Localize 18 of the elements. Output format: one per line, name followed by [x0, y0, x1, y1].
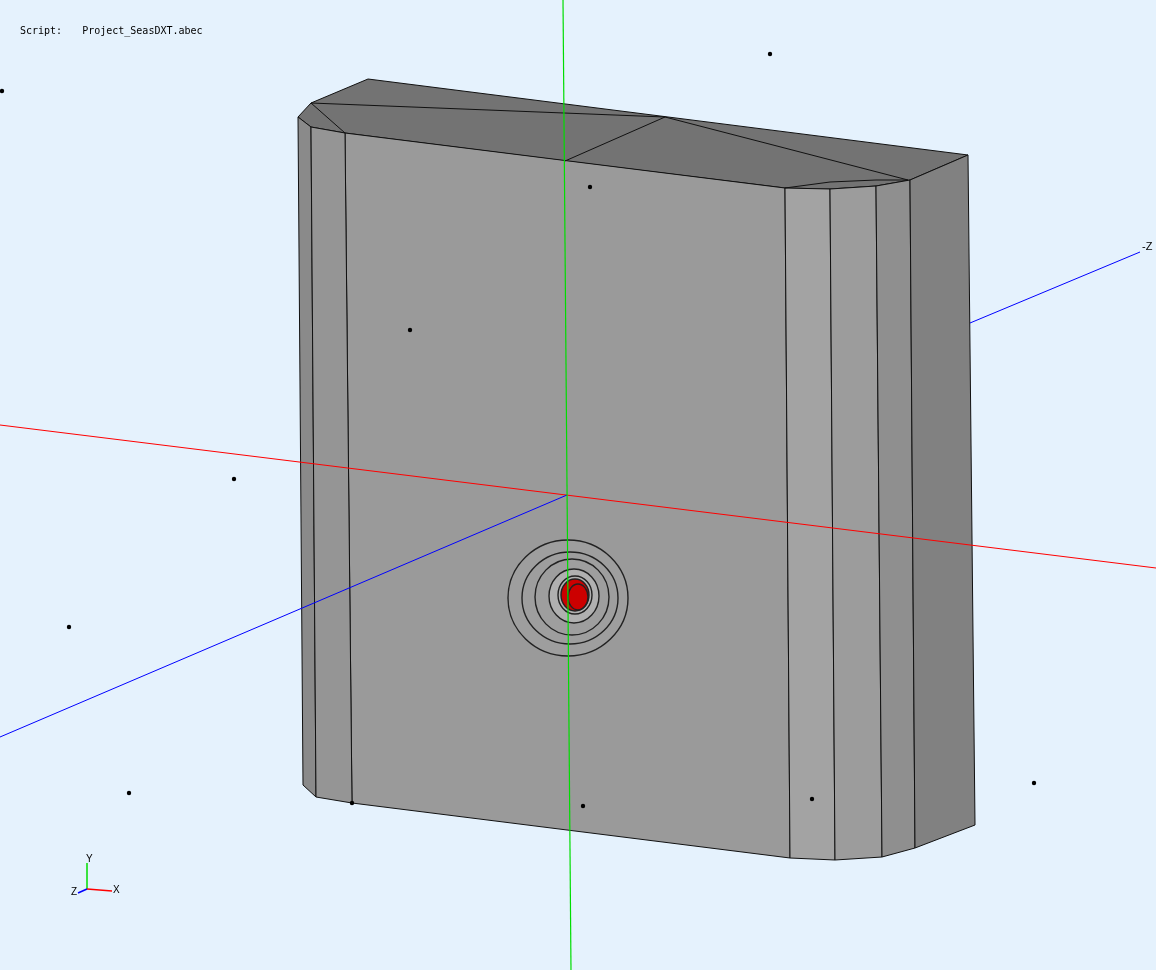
- script-filename: Project_SeasDXT.abec: [82, 26, 203, 36]
- point-marker: [407, 327, 413, 333]
- point-marker: [0, 88, 5, 94]
- point-marker: [587, 184, 593, 190]
- point-marker: [809, 796, 815, 802]
- triad-label: X: [113, 884, 120, 895]
- axis-triad-icon: [77, 862, 113, 894]
- point-marker: [231, 476, 237, 482]
- triad-label: Z: [71, 886, 78, 897]
- point-marker: [580, 803, 586, 809]
- point-marker: [126, 790, 132, 796]
- point-marker: [349, 800, 355, 806]
- script-label: Script:: [20, 26, 63, 36]
- point-marker: [767, 51, 773, 57]
- axis-label: -Z: [1142, 240, 1153, 252]
- point-marker: [1031, 780, 1037, 786]
- triad-label: Y: [86, 853, 93, 864]
- point-marker: [66, 624, 72, 630]
